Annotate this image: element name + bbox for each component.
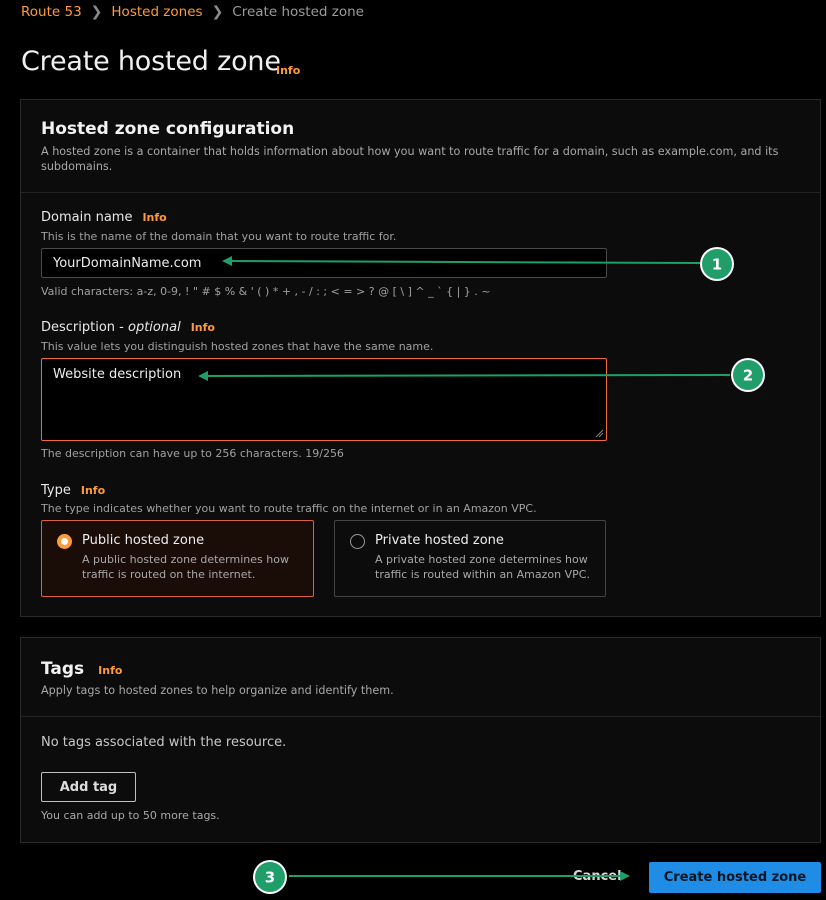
- config-description: A hosted zone is a container that holds …: [41, 145, 779, 173]
- private-hosted-zone-option[interactable]: Private hosted zone A private hosted zon…: [334, 520, 606, 597]
- description-hint: This value lets you distinguish hosted z…: [41, 340, 434, 353]
- description-counter: The description can have up to 256 chara…: [41, 447, 344, 460]
- tags-heading-row: Tags Info: [41, 659, 122, 679]
- breadcrumb-route53[interactable]: Route 53: [21, 4, 82, 20]
- domain-name-label: Domain name Info: [41, 210, 167, 225]
- page-info-link[interactable]: Info: [276, 64, 300, 77]
- breadcrumb-hosted-zones[interactable]: Hosted zones: [111, 4, 202, 20]
- domain-name-input[interactable]: [41, 248, 607, 278]
- hosted-zone-config-panel: Hosted zone configuration A hosted zone …: [20, 99, 821, 617]
- divider: [21, 192, 820, 193]
- cancel-button[interactable]: Cancel: [573, 869, 622, 884]
- tags-info-link[interactable]: Info: [98, 664, 122, 677]
- tags-panel: Tags Info Apply tags to hosted zones to …: [20, 637, 821, 843]
- public-zone-title: Public hosted zone: [82, 533, 205, 548]
- tags-heading: Tags: [41, 659, 85, 679]
- annotation-circle: [255, 862, 285, 892]
- breadcrumb: Route 53 ❯ Hosted zones ❯ Create hosted …: [21, 3, 364, 21]
- private-zone-desc: A private hosted zone determines how tra…: [375, 553, 590, 581]
- resize-handle-icon[interactable]: [595, 429, 604, 438]
- domain-valid-chars: Valid characters: a-z, 0-9, ! " # $ % & …: [41, 285, 491, 298]
- divider: [21, 716, 820, 717]
- breadcrumb-current: Create hosted zone: [232, 4, 364, 20]
- tags-hint: You can add up to 50 more tags.: [41, 809, 220, 822]
- page-title: Create hosted zone: [21, 46, 281, 77]
- add-tag-button[interactable]: Add tag: [41, 772, 136, 802]
- create-hosted-zone-button[interactable]: Create hosted zone: [649, 862, 821, 893]
- description-info-link[interactable]: Info: [191, 321, 215, 334]
- description-value: Website description: [53, 367, 182, 382]
- type-info-link[interactable]: Info: [81, 484, 105, 497]
- radio-unselected-icon[interactable]: [350, 534, 365, 549]
- description-textarea[interactable]: Website description: [41, 358, 607, 441]
- chevron-right-icon: ❯: [211, 4, 224, 20]
- private-zone-title: Private hosted zone: [375, 533, 504, 548]
- public-hosted-zone-option[interactable]: Public hosted zone A public hosted zone …: [41, 520, 314, 597]
- annotation-number: 3: [265, 869, 275, 887]
- type-label: Type Info: [41, 483, 106, 498]
- annotation-ring: [253, 860, 287, 894]
- no-tags-message: No tags associated with the resource.: [41, 735, 287, 750]
- config-heading: Hosted zone configuration: [41, 119, 295, 139]
- domain-hint: This is the name of the domain that you …: [41, 230, 397, 243]
- tags-description: Apply tags to hosted zones to help organ…: [41, 684, 394, 697]
- description-label: Description - optional Info: [41, 320, 215, 335]
- annotation-marker-3: 3: [253, 860, 630, 894]
- public-zone-desc: A public hosted zone determines how traf…: [82, 553, 289, 581]
- chevron-right-icon: ❯: [90, 4, 103, 20]
- type-hint: The type indicates whether you want to r…: [41, 502, 537, 515]
- radio-selected-icon[interactable]: [57, 534, 72, 549]
- domain-info-link[interactable]: Info: [142, 211, 166, 224]
